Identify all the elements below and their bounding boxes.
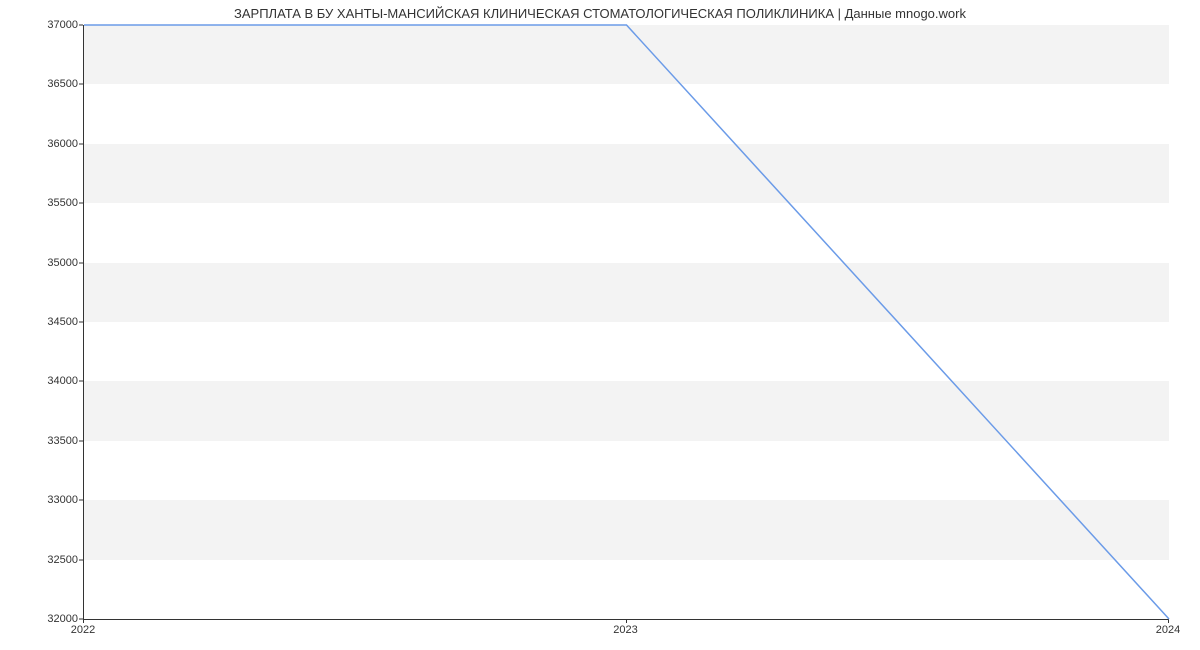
y-tick-label: 33500 <box>28 435 78 447</box>
x-tick-label: 2022 <box>71 624 95 636</box>
chart-container: ЗАРПЛАТА В БУ ХАНТЫ-МАНСИЙСКАЯ КЛИНИЧЕСК… <box>0 0 1200 650</box>
x-tick-label: 2024 <box>1156 624 1180 636</box>
chart-title: ЗАРПЛАТА В БУ ХАНТЫ-МАНСИЙСКАЯ КЛИНИЧЕСК… <box>0 6 1200 21</box>
y-tick-label: 37000 <box>28 19 78 31</box>
y-tick-label: 34500 <box>28 316 78 328</box>
y-tick-label: 33000 <box>28 494 78 506</box>
data-line <box>84 25 1169 619</box>
y-tick-label: 34000 <box>28 375 78 387</box>
y-tick-label: 32500 <box>28 554 78 566</box>
y-tick-label: 35000 <box>28 257 78 269</box>
y-tick-label: 35500 <box>28 197 78 209</box>
x-tick-label: 2023 <box>613 624 637 636</box>
y-tick-label: 36000 <box>28 138 78 150</box>
plot-area <box>83 25 1169 620</box>
y-tick-label: 36500 <box>28 78 78 90</box>
